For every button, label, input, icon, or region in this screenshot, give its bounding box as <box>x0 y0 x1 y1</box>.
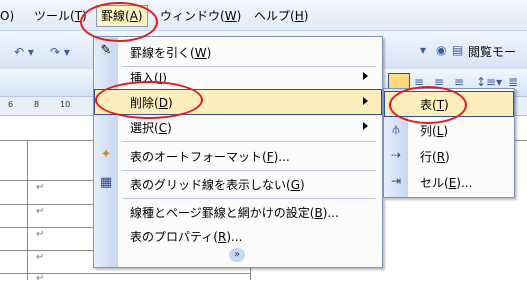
undo-icon[interactable]: ↶ ▾ <box>14 45 34 59</box>
row-delete-icon: ⇢ <box>390 148 402 162</box>
submenu-arrow-icon <box>363 72 368 80</box>
cell-end-mark: ↵ <box>36 252 45 263</box>
ruler-tick: 10 <box>60 100 71 109</box>
ruler-tick: 6 <box>8 100 14 109</box>
menubar-tools[interactable]: ツール(T) <box>34 8 87 24</box>
expand-menu-chevron-icon[interactable]: » <box>229 248 245 262</box>
zoom-dropdown-icon[interactable]: ▾ <box>420 43 426 57</box>
justify-icon[interactable]: ≡ <box>454 75 464 89</box>
column-delete-icon: ⫛ <box>392 122 400 136</box>
cell-end-mark: ↵ <box>36 273 45 284</box>
redo-icon[interactable]: ↷ ▾ <box>50 45 70 59</box>
menu-item-autoformat[interactable]: ✦ 表のオートフォーマット(F)... <box>94 143 382 169</box>
submenu-item-delete-cell[interactable]: ⇥ セル(E)... <box>384 169 514 195</box>
menubar-help[interactable]: ヘルプ(H) <box>254 8 308 24</box>
help-icon[interactable]: ◉ <box>436 43 446 57</box>
grid-icon: ▦ <box>99 175 113 190</box>
table-gridline <box>27 140 28 280</box>
menu-item-hide-gridlines[interactable]: ▦ 表のグリッド線を表示しない(G) <box>94 171 382 197</box>
ruler-tick: 8 <box>34 100 40 109</box>
submenu-item-delete-row[interactable]: ⇢ 行(R) <box>384 143 514 169</box>
menubar-window[interactable]: ウィンドウ(W) <box>160 8 241 24</box>
menu-bar: O) ツール(T) 罫線(A) ウィンドウ(W) ヘルプ(H) <box>0 0 527 31</box>
annotation-oval-table-menu <box>80 2 158 42</box>
menubar-fragment-format[interactable]: O) <box>0 8 14 24</box>
submenu-arrow-icon <box>363 122 368 130</box>
reading-mode-icon[interactable]: ▤ <box>452 43 463 57</box>
pencil-icon: ✎ <box>100 43 112 58</box>
menu-separator <box>122 141 376 142</box>
menu-item-borders-shading[interactable]: 線種とページ罫線と網かけの設定(B)... <box>94 199 382 225</box>
autoformat-icon: ✦ <box>100 147 112 162</box>
annotation-oval-delete <box>95 81 203 119</box>
menu-item-draw-table[interactable]: ✎ 罫線を引く(W) <box>94 39 382 65</box>
table-menu: ✎ 罫線を引く(W) 挿入(I) 削除(D) 選択(C) ✦ 表のオートフォーマ… <box>93 36 383 268</box>
line-spacing-icon[interactable]: ↕≡▾ <box>476 75 502 89</box>
numbering-icon[interactable]: ≣ <box>508 75 518 89</box>
cell-delete-icon: ⇥ <box>390 174 402 188</box>
cell-end-mark: ↵ <box>36 182 45 193</box>
reading-mode-button[interactable]: 閲覧モー <box>468 43 516 60</box>
cell-end-mark: ↵ <box>36 229 45 240</box>
menu-item-table-properties[interactable]: 表のプロパティ(R)... <box>94 223 382 249</box>
submenu-arrow-icon <box>363 97 368 105</box>
annotation-oval-delete-table <box>389 86 467 124</box>
cell-end-mark: ↵ <box>36 206 45 217</box>
